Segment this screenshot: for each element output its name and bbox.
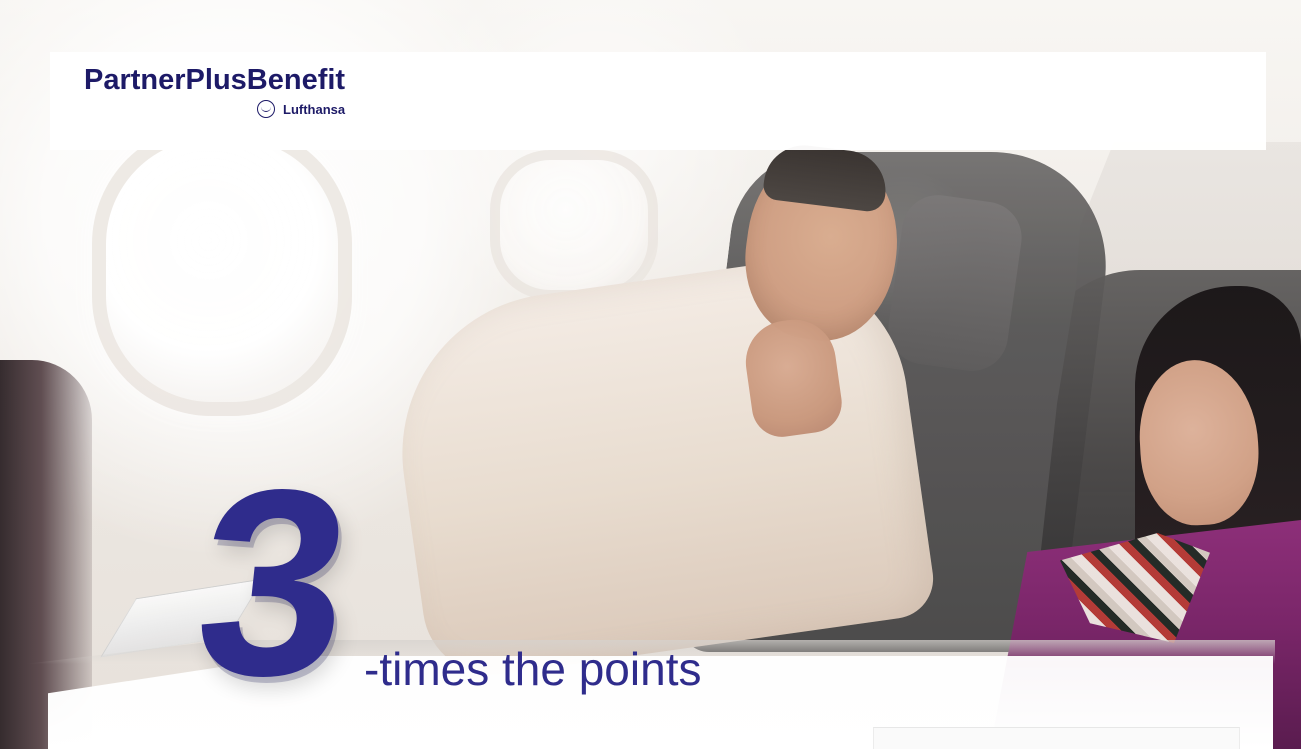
brand-subtitle: Lufthansa: [283, 101, 346, 117]
headline: -times the points: [364, 643, 702, 695]
big-number: 3: [184, 435, 355, 731]
headrest: [883, 190, 1027, 376]
brand-title: PartnerPlusBenefit: [84, 64, 346, 96]
aircraft-window-middle: [490, 150, 658, 300]
aircraft-window-left: [92, 124, 352, 416]
side-box: [873, 727, 1240, 749]
crane-icon: [257, 100, 275, 118]
brand-subtitle-group: Lufthansa: [257, 100, 345, 118]
promo-banner: PartnerPlusBenefit Lufthansa 3 -times th…: [0, 0, 1301, 749]
